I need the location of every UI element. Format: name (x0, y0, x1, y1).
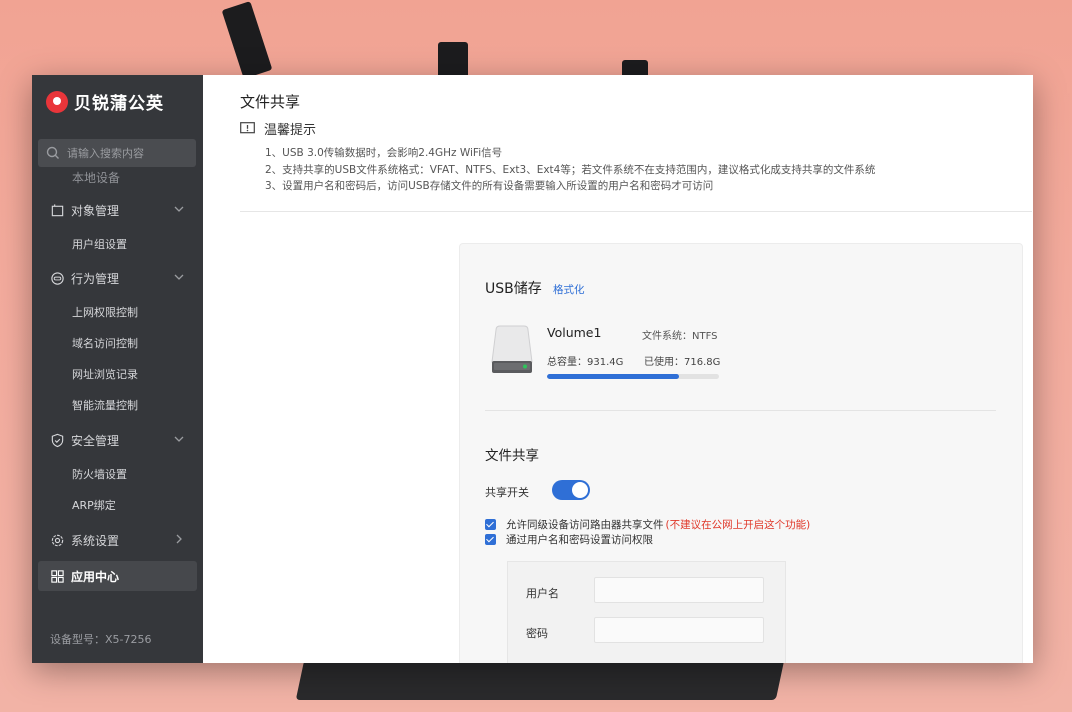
used-capacity: 已使用：716.8G (644, 357, 721, 368)
sidebar-group-label: 应用中心 (71, 569, 120, 584)
share-toggle[interactable] (552, 480, 590, 500)
device-model: 设备型号：X5-7256 (50, 633, 152, 646)
username-field[interactable] (594, 577, 764, 603)
chevron-down-icon (174, 274, 184, 280)
sidebar-group-behavior[interactable]: 行为管理 (32, 263, 203, 293)
search-input[interactable] (65, 145, 189, 161)
usage-progress-bar (547, 374, 719, 379)
share-section-title: 文件共享 (485, 448, 539, 464)
peer-access-label: 允许同级设备访问路由器共享文件 (506, 519, 664, 531)
page-title: 文件共享 (240, 93, 301, 111)
chevron-down-icon (174, 436, 184, 442)
sidebar-group-label: 行为管理 (71, 271, 120, 286)
filesystem-info: 文件系统：NTFS (642, 331, 718, 342)
sidebar-item-label: 域名访问控制 (72, 337, 138, 350)
sidebar-item-label: 网址浏览记录 (72, 368, 138, 381)
search-box[interactable] (38, 139, 196, 167)
volume-name: Volume1 (547, 325, 602, 340)
search-icon (46, 146, 59, 159)
option-peer-access: 允许同级设备访问路由器共享文件 (不建议在公网上开启这个功能) (485, 517, 810, 532)
sidebar-item-label: ARP绑定 (72, 499, 116, 512)
brand[interactable]: 贝锐蒲公英 (46, 89, 164, 114)
usb-title: USB储存 (485, 281, 542, 297)
tip-header: 温馨提示 (240, 119, 316, 138)
auth-label: 通过用户名和密码设置访问权限 (506, 534, 653, 546)
sidebar-item-arp[interactable]: ARP绑定 (32, 490, 203, 520)
behavior-icon (51, 271, 64, 285)
sidebar-item-firewall[interactable]: 防火墙设置 (32, 459, 203, 489)
chevron-right-icon (176, 534, 182, 544)
sidebar-group-label: 安全管理 (71, 433, 120, 448)
share-switch-label: 共享开关 (485, 486, 529, 499)
sidebar-group-label: 系统设置 (71, 533, 120, 548)
sidebar-group-object[interactable]: 对象管理 (32, 195, 203, 225)
format-link[interactable]: 格式化 (553, 282, 585, 297)
sidebar-item-browse-log[interactable]: 网址浏览记录 (32, 359, 203, 389)
sidebar-item-label: 智能流量控制 (72, 399, 138, 412)
main-content: 文件共享 温馨提示 1、USB 3.0传输数据时，会影响2.4GHz WiFi信… (203, 75, 1033, 663)
peer-access-checkbox[interactable] (485, 519, 496, 530)
password-label: 密码 (526, 627, 548, 640)
gear-icon (51, 534, 64, 546)
tip-list: 1、USB 3.0传输数据时，会影响2.4GHz WiFi信号 2、支持共享的U… (265, 145, 875, 195)
sidebar-item-label: 用户组设置 (72, 238, 127, 251)
peer-access-warning: (不建议在公网上开启这个功能) (665, 519, 811, 531)
router-antenna (221, 1, 273, 79)
grid-icon (51, 569, 64, 583)
sidebar-item-partial[interactable]: 本地设备 (72, 169, 120, 186)
toggle-knob (572, 482, 588, 498)
sidebar-item-domain-control[interactable]: 域名访问控制 (32, 328, 203, 358)
tip-line: 3、设置用户名和密码后，访问USB存储文件的所有设备需要输入所设置的用户名和密码… (265, 180, 714, 192)
auth-checkbox[interactable] (485, 534, 496, 545)
divider (485, 410, 996, 411)
router-body (295, 660, 785, 700)
sidebar-item-label: 防火墙设置 (72, 468, 127, 481)
tip-title: 温馨提示 (264, 123, 317, 138)
usb-card: USB储存 格式化 Volume1 文件系统：NTFS 总容量：931.4G 已… (459, 243, 1023, 663)
sidebar-item-label: 上网权限控制 (72, 306, 138, 319)
notice-icon (240, 122, 255, 134)
sidebar-item-usergroup[interactable]: 用户组设置 (32, 229, 203, 259)
sidebar-group-label: 对象管理 (71, 203, 120, 218)
router-antenna (438, 42, 468, 78)
cube-icon (51, 203, 64, 216)
sidebar-group-app-center[interactable]: 应用中心 (38, 561, 197, 591)
usage-progress-fill (547, 374, 680, 379)
shield-icon (51, 433, 64, 447)
sidebar-nav: 本地设备 对象管理 用户组设置 行为管理 上网权限控制 域名访问控制 网址浏览记… (32, 167, 203, 597)
total-capacity: 总容量：931.4G (547, 357, 624, 368)
chevron-down-icon (174, 206, 184, 212)
sidebar-item-traffic-control[interactable]: 智能流量控制 (32, 390, 203, 420)
username-label: 用户名 (526, 587, 559, 600)
app-window: 贝锐蒲公英 本地设备 对象管理 用户组设置 (32, 75, 1033, 663)
sidebar: 贝锐蒲公英 本地设备 对象管理 用户组设置 (32, 75, 203, 663)
brand-logo (46, 90, 68, 113)
password-field[interactable] (594, 617, 764, 643)
brand-name: 贝锐蒲公英 (74, 94, 164, 114)
sidebar-group-security[interactable]: 安全管理 (32, 425, 203, 455)
tip-line: 2、支持共享的USB文件系统格式：VFAT、NTFS、Ext3、Ext4等；若文… (265, 163, 876, 176)
credentials-panel: 用户名 密码 (507, 561, 786, 663)
tip-line: 1、USB 3.0传输数据时，会影响2.4GHz WiFi信号 (265, 147, 503, 159)
divider (240, 211, 1032, 212)
option-auth: 通过用户名和密码设置访问权限 (485, 532, 653, 547)
sidebar-item-access-control[interactable]: 上网权限控制 (32, 297, 203, 327)
sidebar-group-system[interactable]: 系统设置 (32, 525, 203, 555)
hard-drive-icon (491, 325, 533, 373)
